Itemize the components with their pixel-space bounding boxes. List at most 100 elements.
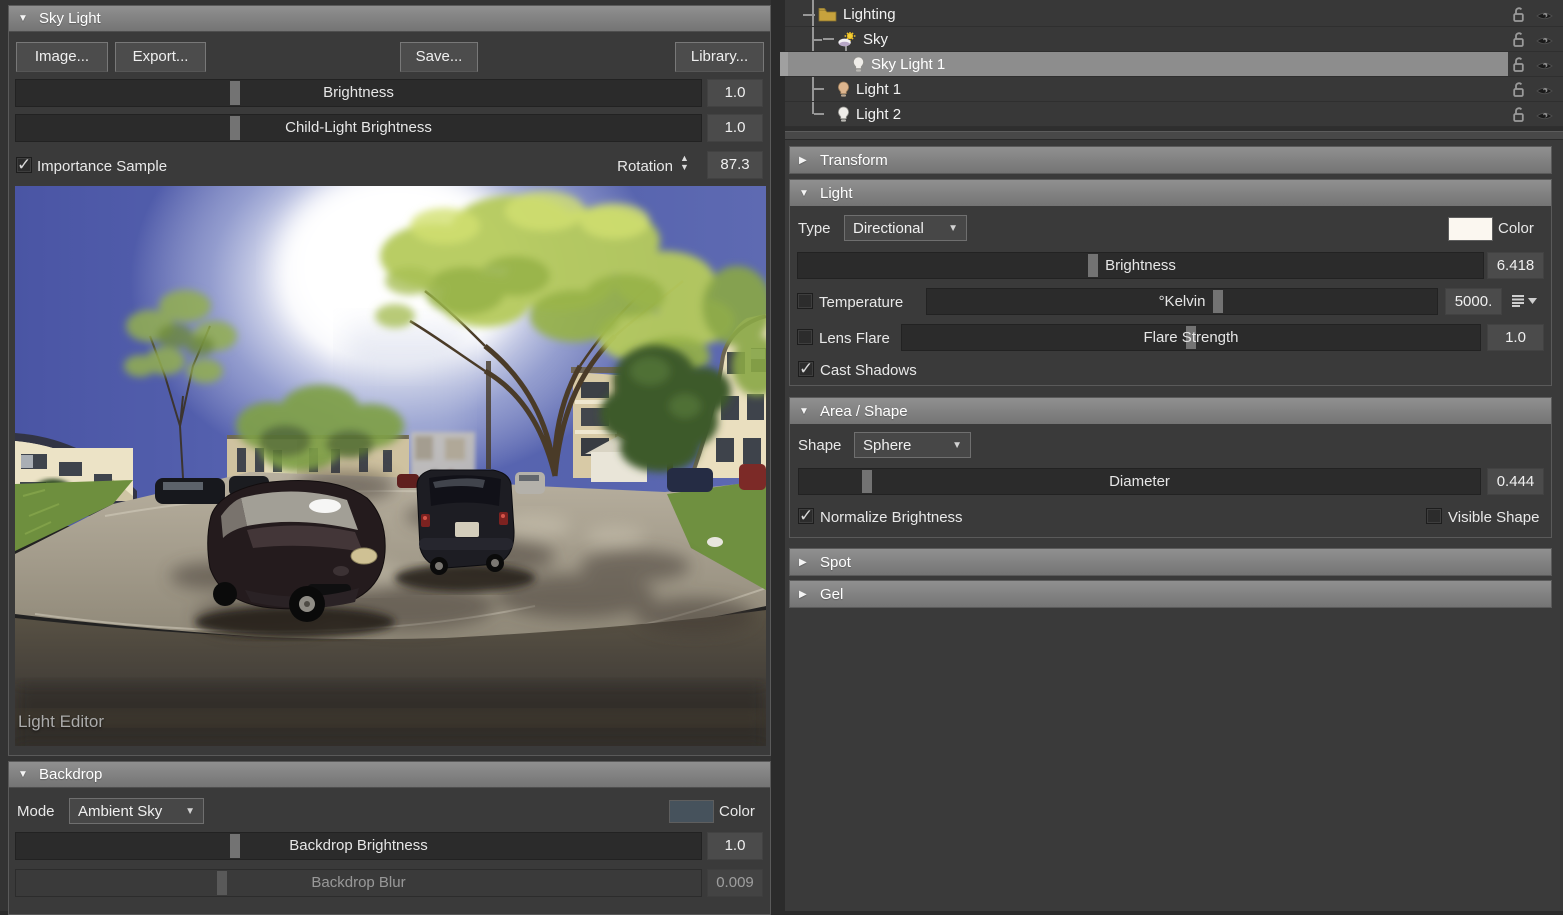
- scene-hierarchy-tree: Lighting Sky Sky Light 1 Light 1 Light 2: [780, 0, 1563, 129]
- collapse-triangle-icon: ▼: [799, 187, 809, 199]
- gel-section-header[interactable]: ▶ Gel: [790, 581, 1551, 607]
- slider-handle[interactable]: [862, 470, 873, 493]
- scene-right-pane: Lighting Sky Sky Light 1 Light 1 Light 2…: [780, 0, 1563, 911]
- shape-dropdown[interactable]: Sphere ▼: [854, 432, 971, 458]
- tree-item-light-2[interactable]: Light 2: [785, 102, 1563, 127]
- visibility-eye-icon[interactable]: [1536, 84, 1553, 101]
- tree-item-sky[interactable]: Sky: [785, 27, 1563, 52]
- backdrop-mode-dropdown[interactable]: Ambient Sky ▼: [69, 798, 204, 824]
- visibility-eye-icon[interactable]: [1536, 59, 1553, 76]
- section-title: Gel: [820, 585, 844, 603]
- export-button[interactable]: Export...: [115, 42, 206, 72]
- brightness-slider[interactable]: Brightness: [15, 79, 702, 107]
- sky-light-section-header[interactable]: ▼ Sky Light: [9, 6, 770, 32]
- visible-shape-checkbox[interactable]: [1426, 508, 1442, 524]
- tree-item-light-1[interactable]: Light 1: [785, 77, 1563, 102]
- type-label: Type: [798, 220, 831, 237]
- tree-item-label: Sky: [863, 30, 889, 48]
- backdrop-brightness-value[interactable]: 1.0: [707, 832, 763, 860]
- slider-label: Diameter: [1109, 473, 1170, 490]
- library-button[interactable]: Library...: [675, 42, 764, 72]
- light-type-dropdown[interactable]: Directional ▼: [844, 215, 967, 241]
- collapse-triangle-icon: ▶: [799, 556, 807, 568]
- chevron-down-icon: ▼: [185, 805, 195, 817]
- slider-handle[interactable]: [1087, 254, 1098, 277]
- area-shape-section-header[interactable]: ▼ Area / Shape: [790, 398, 1551, 424]
- light-brightness-value[interactable]: 6.418: [1487, 252, 1544, 279]
- gel-section: ▶ Gel: [789, 580, 1552, 608]
- light-bulb-icon: [837, 106, 850, 122]
- visible-shape-label: Visible Shape: [1448, 509, 1540, 526]
- light-brightness-slider[interactable]: Brightness: [797, 252, 1484, 279]
- rotation-label: Rotation: [617, 158, 673, 175]
- kelvin-slider[interactable]: °Kelvin: [926, 288, 1438, 315]
- kelvin-value[interactable]: 5000.: [1445, 288, 1502, 315]
- rotation-value[interactable]: 87.3: [707, 151, 763, 179]
- transform-section-header[interactable]: ▶ Transform: [790, 147, 1551, 173]
- slider-label: Backdrop Blur: [311, 874, 406, 891]
- brightness-value[interactable]: 1.0: [707, 79, 763, 107]
- tree-item-lighting[interactable]: Lighting: [785, 2, 1563, 27]
- sky-light-section: ▼ Sky Light Image... Export... Save... L…: [8, 5, 771, 756]
- section-title: Sky Light: [39, 10, 101, 27]
- area-shape-section: ▼ Area / Shape Shape Sphere ▼ Diameter 0…: [789, 397, 1552, 538]
- collapse-triangle-icon: ▼: [18, 13, 28, 24]
- save-button[interactable]: Save...: [400, 42, 478, 72]
- backdrop-section-header[interactable]: ▼ Backdrop: [9, 762, 770, 788]
- image-button[interactable]: Image...: [16, 42, 108, 72]
- diameter-slider[interactable]: Diameter: [798, 468, 1481, 495]
- temperature-checkbox[interactable]: [797, 293, 813, 309]
- tree-item-label: Light 1: [856, 80, 902, 98]
- visibility-eye-icon[interactable]: [1536, 109, 1553, 126]
- child-light-brightness-slider[interactable]: Child-Light Brightness: [15, 114, 702, 142]
- transform-section: ▶ Transform: [789, 146, 1552, 174]
- sky-light-preview-image[interactable]: [15, 186, 766, 746]
- stepper-down-icon[interactable]: ▼: [680, 163, 689, 172]
- slider-handle[interactable]: [1212, 290, 1223, 313]
- child-light-brightness-value[interactable]: 1.0: [707, 114, 763, 142]
- unlocked-lock-icon[interactable]: [1511, 56, 1526, 77]
- normalize-brightness-checkbox[interactable]: ✓: [798, 507, 814, 524]
- backdrop-color-swatch[interactable]: [669, 800, 714, 823]
- slider-label: Child-Light Brightness: [285, 119, 432, 136]
- dropdown-value: Ambient Sky: [78, 802, 163, 820]
- light-section-header[interactable]: ▼ Light: [790, 180, 1551, 206]
- tree-item-label: Sky Light 1: [871, 55, 946, 73]
- slider-handle[interactable]: [230, 81, 241, 105]
- visibility-eye-icon[interactable]: [1536, 34, 1553, 51]
- collapse-triangle-icon: ▶: [799, 154, 807, 166]
- unlocked-lock-icon[interactable]: [1511, 81, 1526, 102]
- importance-sample-label: Importance Sample: [37, 158, 168, 175]
- spot-section-header[interactable]: ▶ Spot: [790, 549, 1551, 575]
- flare-strength-value[interactable]: 1.0: [1487, 324, 1544, 351]
- unlocked-lock-icon[interactable]: [1511, 31, 1526, 52]
- section-title: Spot: [820, 553, 851, 571]
- visibility-eye-icon[interactable]: [1536, 9, 1553, 26]
- diameter-value[interactable]: 0.444: [1487, 468, 1544, 495]
- tree-item-sky-light-1[interactable]: Sky Light 1: [780, 52, 1563, 77]
- unlocked-lock-icon[interactable]: [1511, 6, 1526, 27]
- rotation-stepper[interactable]: ▲ ▼: [680, 154, 689, 172]
- collapse-triangle-icon: ▶: [799, 588, 807, 600]
- backdrop-section: ▼ Backdrop Mode Ambient Sky ▼ Color Back…: [8, 761, 771, 915]
- light-color-swatch[interactable]: [1448, 217, 1493, 241]
- lens-flare-checkbox[interactable]: [797, 329, 813, 345]
- dropdown-value: Sphere: [863, 436, 912, 454]
- cast-shadows-checkbox[interactable]: ✓: [798, 360, 814, 377]
- importance-sample-checkbox[interactable]: ✓: [16, 156, 32, 173]
- backdrop-color-label: Color: [719, 803, 755, 820]
- folder-icon: [818, 8, 837, 22]
- unlocked-lock-icon[interactable]: [1511, 106, 1526, 127]
- cast-shadows-label: Cast Shadows: [820, 362, 917, 379]
- pane-splitter[interactable]: [785, 131, 1563, 140]
- backdrop-blur-value: 0.009: [707, 869, 763, 897]
- slider-handle[interactable]: [1186, 326, 1196, 349]
- collapse-triangle-icon: ▼: [18, 769, 28, 780]
- temperature-label: Temperature: [819, 294, 904, 311]
- slider-handle[interactable]: [230, 116, 241, 140]
- kelvin-preset-menu-icon[interactable]: [1511, 294, 1537, 307]
- slider-handle[interactable]: [230, 834, 241, 858]
- flare-strength-slider[interactable]: Flare Strength: [901, 324, 1481, 351]
- light-editor-left-pane: ▼ Sky Light Image... Export... Save... L…: [0, 0, 771, 915]
- backdrop-brightness-slider[interactable]: Backdrop Brightness: [15, 832, 702, 860]
